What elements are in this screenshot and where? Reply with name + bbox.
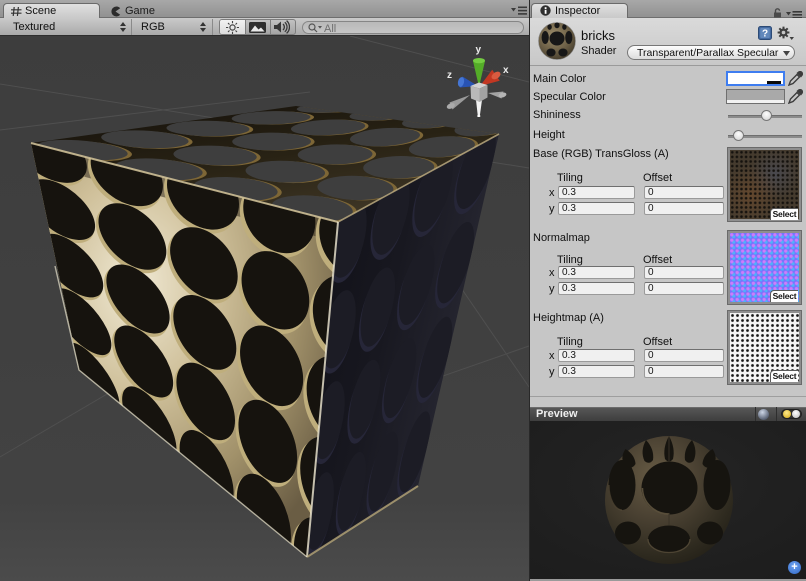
svg-text:y: y	[476, 45, 482, 56]
svg-text:z: z	[447, 70, 452, 81]
svg-text:?: ?	[762, 29, 768, 40]
svg-text:x: x	[503, 65, 509, 76]
